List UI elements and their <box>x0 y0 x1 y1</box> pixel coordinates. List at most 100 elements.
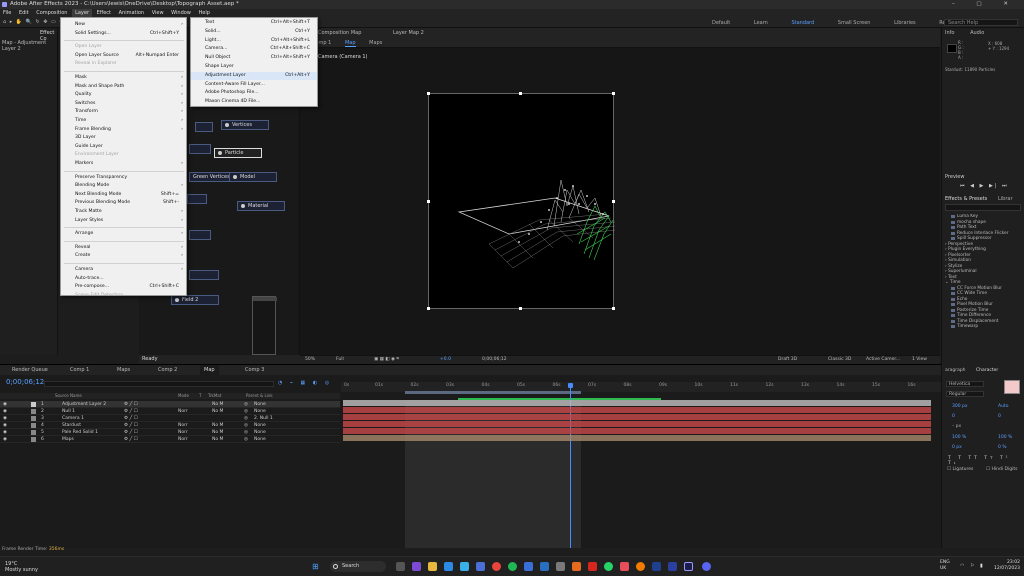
menu-help[interactable]: Help <box>195 9 212 17</box>
layer-menu-item[interactable]: Time › <box>61 117 186 125</box>
ligatures-checkbox[interactable]: ☐ Ligatures <box>947 467 973 472</box>
new-submenu-item[interactable]: Solid... Ctrl+Y <box>191 28 317 36</box>
menu-layer[interactable]: Layer <box>72 9 93 17</box>
layer-menu-item[interactable]: Arrange › <box>61 230 186 238</box>
pickwhip-icon[interactable]: ◎ <box>244 436 248 443</box>
layer-duration-bar[interactable] <box>343 400 931 406</box>
layer-switch-icons[interactable]: ⚙ ╱ ☐ <box>124 436 138 443</box>
tsume-field[interactable]: 0 % <box>998 445 1007 450</box>
layer-row[interactable]: ◉ 4 Stardust ⚙ ╱ ☐ Norr No M ◎ None <box>0 422 340 429</box>
layer-menu-item[interactable]: Create › <box>61 252 186 260</box>
effects-list-item[interactable]: Timewarp <box>945 324 1021 330</box>
layer-menu-item[interactable]: Quality › <box>61 91 186 99</box>
new-submenu-item[interactable]: Light... Ctrl+Alt+Shift+L <box>191 37 317 45</box>
menu-composition[interactable]: Composition <box>33 9 70 17</box>
layer-switch-icons[interactable]: ⚙ ╱ ☐ <box>124 401 138 408</box>
composition-frame[interactable] <box>428 93 616 309</box>
layer-switch-icons[interactable]: ⚙ ╱ ☐ <box>124 408 138 415</box>
taskbar-search[interactable]: Search <box>330 561 386 572</box>
layer-name[interactable]: Null 1 <box>62 408 75 415</box>
app-icon[interactable] <box>476 562 485 571</box>
start-icon[interactable]: ⊞ <box>312 562 321 571</box>
kerning-field[interactable]: 0 <box>952 414 955 419</box>
layer-menu-item[interactable]: Open Layer Source Alt+Numpad Enter <box>61 52 186 60</box>
new-submenu-item[interactable]: Content-Aware Fill Layer... <box>191 81 317 89</box>
layer-menu-item[interactable]: Reveal › <box>61 244 186 252</box>
layer-menu-item[interactable]: Frame Blending › <box>61 126 186 134</box>
font-size-field[interactable]: 300 px <box>952 404 968 409</box>
layer-menu-item[interactable]: Mask and Shape Path › <box>61 83 186 91</box>
layer-mode[interactable]: Norr <box>178 436 188 443</box>
new-submenu-item[interactable]: Maxon Cinema 4D File... <box>191 98 317 106</box>
workspace-default[interactable]: Default <box>712 20 730 26</box>
acrobat-icon[interactable] <box>588 562 597 571</box>
layer-duration-bar[interactable] <box>343 421 931 427</box>
new-submenu-item[interactable]: Text Ctrl+Alt+Shift+T <box>191 19 317 27</box>
libraries-tab[interactable]: Librar <box>998 196 1013 202</box>
layer-name[interactable]: Camera 1 <box>62 415 84 422</box>
work-area-bar[interactable] <box>405 391 581 394</box>
taskbar-clock[interactable]: 23:02 12/07/2023 <box>994 560 1020 572</box>
tab-audio[interactable]: Audio <box>970 30 984 36</box>
tab-character[interactable]: Character <box>976 368 998 373</box>
store-icon[interactable] <box>460 562 469 571</box>
layer-search-input[interactable] <box>44 381 274 387</box>
viewer-toggle-icons[interactable]: ▣ ▦ ◧ ◉ ⌗ <box>374 356 399 364</box>
tab-layer-map-2[interactable]: Layer Map 2 <box>393 30 424 36</box>
layer-trackmatte[interactable]: No M <box>212 422 223 429</box>
layer-menu-item[interactable]: Preserve Transparency <box>61 174 186 182</box>
new-submenu-item[interactable]: Shape Layer <box>191 63 317 71</box>
horizontal-scale-field[interactable]: 100 % <box>998 435 1012 440</box>
layer-row[interactable]: ◉ 3 Camera 1 ⚙ ╱ ☐ ◎ 2. Null 1 <box>0 415 340 422</box>
workspace-standard[interactable]: Standard <box>791 20 814 26</box>
resolution-select[interactable]: Full <box>336 356 344 364</box>
layer-switch-icons[interactable]: ⚙ ╱ ☐ <box>124 415 138 422</box>
camera-select[interactable]: Active Camer... <box>866 356 900 364</box>
layer-menu-item[interactable]: Reveal in Explorer <box>61 60 186 68</box>
flow-node-material[interactable]: Material <box>237 201 285 211</box>
new-submenu-item[interactable]: Adjustment Layer Ctrl+Alt+Y <box>191 71 317 80</box>
frame-handle[interactable] <box>427 307 430 310</box>
frame-handle[interactable] <box>612 307 615 310</box>
tab-paragraph[interactable]: aragraph <box>945 368 966 373</box>
flow-node-stub[interactable] <box>189 144 211 154</box>
layer-parent[interactable]: None <box>254 436 266 443</box>
preview-transport[interactable]: ⏮ ◀ ▶ ▶| ⏭ <box>960 183 1009 189</box>
layer-mode[interactable]: Norr <box>178 429 188 436</box>
tab-maps[interactable]: Maps <box>117 365 130 375</box>
timeline-timecode[interactable]: 0;00;06;12 <box>6 378 44 386</box>
pickwhip-icon[interactable]: ◎ <box>244 401 248 408</box>
eye-icon[interactable]: ◉ <box>3 401 7 408</box>
effects-search-input[interactable] <box>945 204 1021 211</box>
eye-icon[interactable]: ◉ <box>3 422 7 429</box>
app-icon[interactable] <box>556 562 565 571</box>
flow-node-particle[interactable]: Particle <box>214 148 262 158</box>
frame-handle[interactable] <box>427 92 430 95</box>
layer-menu-item[interactable]: New › <box>61 21 186 29</box>
eye-icon[interactable]: ◉ <box>3 408 7 415</box>
pickwhip-icon[interactable]: ◎ <box>244 429 248 436</box>
fill-color-swatch[interactable] <box>1004 380 1020 394</box>
mail-icon[interactable] <box>444 562 453 571</box>
flow-node-stub[interactable] <box>195 122 213 132</box>
layer-menu-item[interactable]: Layer Styles › <box>61 217 186 225</box>
menu-file[interactable]: File <box>0 9 14 17</box>
tab-comp-1[interactable]: Comp 1 <box>70 365 89 375</box>
hindi-digits-checkbox[interactable]: ☐ Hindi Digits <box>986 467 1017 472</box>
layer-parent[interactable]: None <box>254 429 266 436</box>
layer-row[interactable]: ◉ 1 Adjustment Layer 2 ⚙ ╱ ☐ No M ◎ None <box>0 401 340 408</box>
flow-node-stub[interactable] <box>189 270 219 280</box>
tracking-field[interactable]: 0 <box>998 414 1001 419</box>
layer-menu-item[interactable]: Transform › <box>61 108 186 116</box>
eye-icon[interactable]: ◉ <box>3 429 7 436</box>
layer-trackmatte[interactable]: No M <box>212 408 223 415</box>
frame-handle[interactable] <box>612 200 615 203</box>
layer-duration-bar[interactable] <box>343 407 931 413</box>
font-style-select[interactable]: Regular <box>946 391 984 397</box>
layer-menu-item[interactable]: Solid Settings... Ctrl+Shift+Y <box>61 30 186 38</box>
layer-menu-item[interactable]: Next Blending Mode Shift+= <box>61 191 186 199</box>
whatsapp-icon[interactable] <box>604 562 613 571</box>
app-icon[interactable] <box>620 562 629 571</box>
frame-handle[interactable] <box>427 200 430 203</box>
layer-menu-item[interactable]: Scene Edit Detection... <box>61 292 186 300</box>
